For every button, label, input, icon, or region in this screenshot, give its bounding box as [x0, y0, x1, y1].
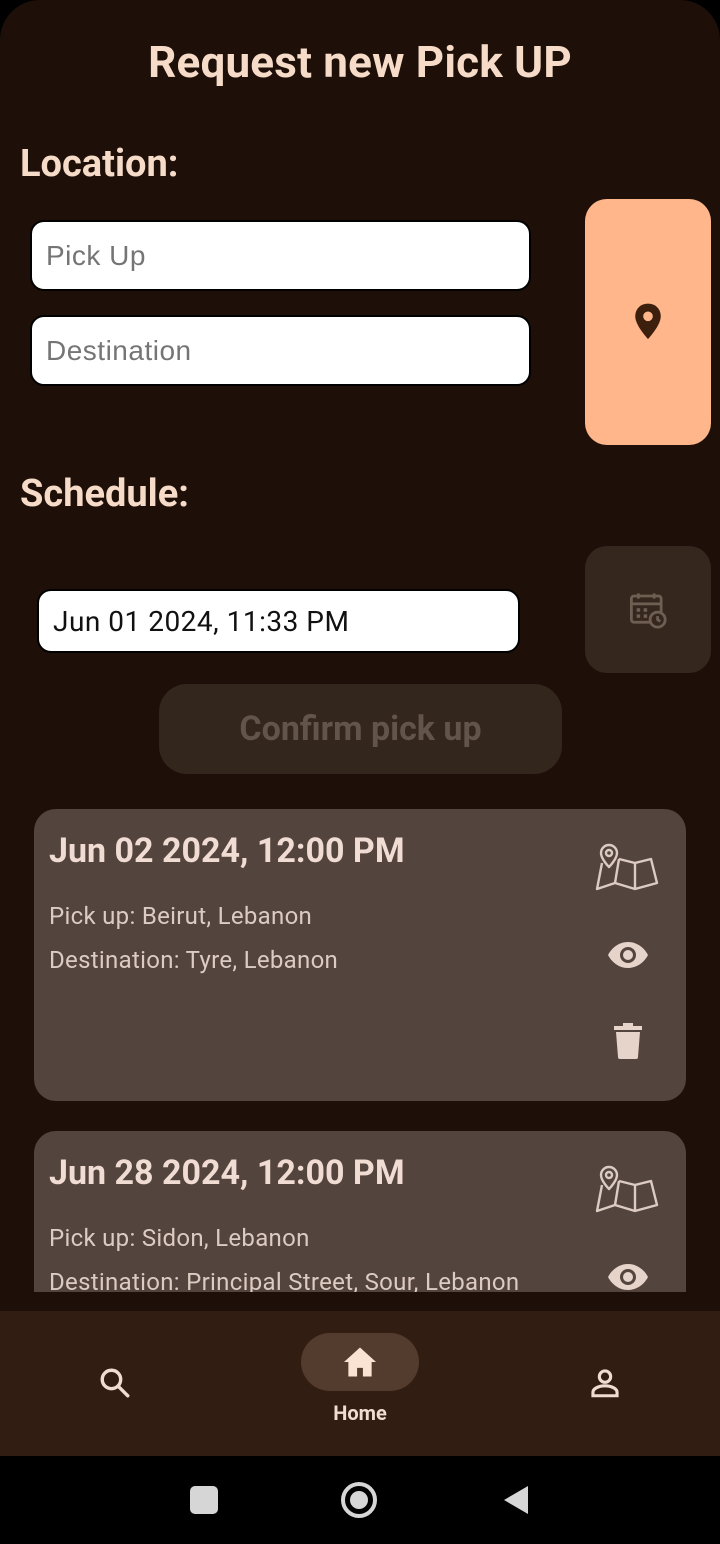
map-icon — [595, 843, 659, 891]
eye-icon — [608, 1264, 648, 1290]
map-location-button[interactable] — [585, 199, 711, 445]
datetime-field[interactable]: Jun 01 2024, 11:33 PM — [37, 589, 520, 653]
pickup-origin: Pick up: Sidon, Lebanon — [49, 1224, 310, 1252]
profile-icon — [591, 1369, 619, 1398]
map-icon — [595, 1165, 659, 1213]
pickup-card[interactable]: Jun 02 2024, 12:00 PM Pick up: Beirut, L… — [34, 809, 686, 1101]
pickup-list: Jun 02 2024, 12:00 PM Pick up: Beirut, L… — [0, 790, 720, 1292]
schedule-label: Schedule: — [20, 472, 189, 516]
location-label: Location: — [20, 142, 179, 186]
pickup-date: Jun 28 2024, 12:00 PM — [49, 1153, 405, 1193]
page-title: Request new Pick UP — [148, 36, 572, 88]
home-icon — [344, 1347, 376, 1377]
pickup-destination: Destination: Principal Street, Sour, Leb… — [49, 1268, 520, 1292]
delete-pickup-button[interactable] — [612, 1021, 644, 1061]
system-navigation-bar — [0, 1456, 720, 1544]
nav-home[interactable]: Home — [301, 1333, 419, 1425]
app-screen: Request new Pick UP Location: Schedule: … — [0, 0, 720, 1456]
pickup-input[interactable] — [30, 220, 531, 291]
search-icon — [100, 1368, 130, 1398]
nav-search[interactable] — [56, 1354, 174, 1412]
location-pin-icon — [635, 303, 661, 339]
trash-icon — [614, 1023, 642, 1059]
recent-apps-button[interactable] — [190, 1486, 218, 1514]
system-home-button[interactable] — [341, 1482, 377, 1518]
view-pickup-button[interactable] — [606, 1259, 650, 1292]
view-map-button[interactable] — [594, 1161, 662, 1217]
bottom-navigation: Home — [0, 1311, 720, 1456]
view-pickup-button[interactable] — [606, 937, 650, 973]
nav-home-label: Home — [333, 1401, 387, 1425]
eye-icon — [608, 942, 648, 968]
calendar-clock-icon — [629, 592, 667, 629]
schedule-picker-button[interactable] — [585, 546, 711, 673]
pickup-card[interactable]: Jun 28 2024, 12:00 PM Pick up: Sidon, Le… — [34, 1131, 686, 1292]
pickup-date: Jun 02 2024, 12:00 PM — [49, 831, 405, 871]
nav-profile[interactable] — [546, 1354, 664, 1412]
confirm-pickup-button[interactable]: Confirm pick up — [159, 684, 562, 774]
pickup-destination: Destination: Tyre, Lebanon — [49, 946, 339, 974]
pickup-origin: Pick up: Beirut, Lebanon — [49, 902, 313, 930]
back-button[interactable] — [502, 1484, 530, 1516]
view-map-button[interactable] — [594, 839, 662, 895]
destination-input[interactable] — [30, 315, 531, 386]
home-dot-icon — [350, 1491, 368, 1509]
